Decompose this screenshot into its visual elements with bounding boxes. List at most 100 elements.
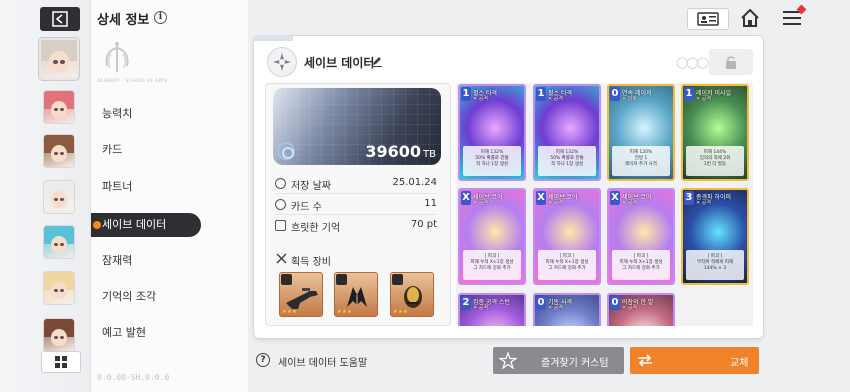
tb-value: 39600 TB bbox=[350, 142, 436, 161]
accessory-type-badge bbox=[392, 274, 403, 285]
back-button[interactable] bbox=[40, 7, 80, 31]
info-icon[interactable]: i bbox=[154, 11, 167, 24]
card-type: ✕ 공격 bbox=[696, 200, 711, 206]
card-cost: 0 bbox=[536, 296, 546, 310]
grid-icon bbox=[55, 356, 67, 368]
stat-label: 흐릿한 기억 bbox=[291, 223, 341, 234]
card-description: [ 파괴 ] 피해 누적 X+1장 생성 그 카드에 강화 추가 bbox=[612, 250, 670, 280]
card-item[interactable]: 1 레이저 미사일 ✕ 공격 피해 144% 임의의 적에 2회 1번 더 발동 bbox=[681, 84, 749, 181]
menu-item-partner[interactable]: 파트너 bbox=[102, 179, 132, 195]
card-description-line: 1번 더 발동 bbox=[703, 162, 727, 167]
academy-emblem-icon bbox=[105, 42, 129, 72]
swap-arrows-icon bbox=[638, 354, 652, 367]
rarity-stars: ★ ★ ★ bbox=[337, 309, 352, 315]
card-item[interactable]: 0 비장의 한 발 ✕ 공격 bbox=[607, 293, 675, 326]
avatar-character-4[interactable] bbox=[43, 180, 75, 214]
weapon-type-badge bbox=[281, 274, 292, 285]
card-description: 피해 132% 50% 확률로 관통 적 하나 1장 생성 bbox=[538, 146, 596, 176]
card-description: [ 파괴 ] 피해 누적 X+1장 생성 그 카드에 강화 추가 bbox=[463, 250, 521, 280]
favorite-custom-label: 즐겨찾기 커스텀 bbox=[541, 358, 609, 369]
card-item[interactable]: X 세이브 코어 ✕ 공격[ 파괴 ] 피해 누적 X+1장 생성 그 카드에 강화 추… bbox=[533, 188, 601, 285]
emblem-caption: ACADEMY · SCHOOL OF ARTS bbox=[97, 78, 168, 83]
page-title: 상세 정보 bbox=[97, 13, 150, 28]
card-description: 피해 132% 50% 확률로 관통 적 하나 1장 생성 bbox=[463, 146, 521, 176]
card-type: ✕ 공격 bbox=[548, 305, 563, 311]
avatar-eye bbox=[60, 59, 66, 64]
version-text: 0.0.00-SH.0.0.0 bbox=[97, 373, 170, 382]
card-description-line: 그 카드에 강화 추가 bbox=[622, 266, 660, 271]
grid-view-button[interactable] bbox=[41, 351, 81, 373]
card-description: [ 파괴 ] 피해 누적 X+1장 생성 그 카드에 강화 추가 bbox=[538, 250, 596, 280]
stat-faded-memory: 흐릿한 기억 70 pt bbox=[275, 218, 437, 234]
menu-item-save-data[interactable]: 세이브 데이터 bbox=[91, 213, 201, 237]
id-card-icon bbox=[697, 12, 719, 26]
divider bbox=[275, 193, 437, 194]
profile-card-button[interactable] bbox=[687, 8, 729, 30]
menu-item-cards[interactable]: 카드 bbox=[102, 142, 122, 158]
avatar-character-3[interactable] bbox=[43, 134, 75, 168]
card-description-line: 적 하나 1장 생성 bbox=[476, 162, 508, 167]
lock-button[interactable] bbox=[709, 49, 753, 75]
swap-button[interactable]: 교체 bbox=[630, 347, 759, 374]
card-type: ✕ 공격 bbox=[473, 305, 488, 311]
equipment-title: 획득 장비 bbox=[291, 257, 331, 268]
card-description: 피해 144% 임의의 적에 2회 1번 더 발동 bbox=[686, 146, 744, 176]
card-cost: 1 bbox=[461, 87, 471, 101]
help-icon[interactable]: ? bbox=[256, 353, 270, 367]
card-description-line: 적 하나 1장 생성 bbox=[551, 162, 583, 167]
card-item[interactable]: 1 펄스 타격 ✕ 공격 피해 132% 50% 확률로 관통 적 하나 1장 생성 bbox=[458, 84, 526, 181]
avatar-character-1[interactable] bbox=[39, 38, 79, 80]
tb-amount: 39600 bbox=[365, 142, 422, 161]
card-item[interactable]: 1 펄스 타격 ✕ 공격 피해 132% 50% 확률로 관통 적 하나 1장 생성 bbox=[533, 84, 601, 181]
tb-currency-icon bbox=[277, 142, 295, 160]
panel-tab-accent bbox=[253, 35, 293, 41]
stat-label: 카드 수 bbox=[291, 202, 322, 213]
card-item[interactable]: 0 연속 레이저 ✕ 강화 피해 120% 전방 1 레이저 추가 사격 bbox=[607, 84, 675, 181]
card-cost: 1 bbox=[536, 87, 546, 101]
avatar-character-2[interactable] bbox=[43, 90, 75, 124]
card-type: ✕ 공격 bbox=[548, 96, 563, 102]
card-description: [ 파괴 ] 무작위 적에게 피해 144% × 3 bbox=[686, 250, 744, 280]
card-item[interactable]: X 세이브 코어 ✕ 공격[ 파괴 ] 피해 누적 X+1장 생성 그 카드에 강화 추… bbox=[607, 188, 675, 285]
help-link[interactable]: 세이브 데이터 도움말 bbox=[278, 354, 367, 369]
card-item[interactable]: 2 집중 공격 스턴 ✕ 공격 bbox=[458, 293, 526, 326]
menu-item-memory-fragments[interactable]: 기억의 조각 bbox=[102, 289, 156, 305]
favorite-custom-button[interactable]: 즐겨찾기 커스텀 bbox=[493, 347, 624, 374]
card-cost: 0 bbox=[610, 296, 620, 310]
card-item[interactable]: 3 충격파 하이퍼 ✕ 공격[ 파괴 ] 무작위 적에게 피해 144% × 3 bbox=[681, 188, 749, 285]
card-deck-grid: 1 펄스 타격 ✕ 공격 피해 132% 50% 확률로 관통 적 하나 1장 생성 1 펄스… bbox=[456, 83, 753, 326]
menu-item-stats[interactable]: 능력치 bbox=[102, 106, 132, 122]
card-cost: 2 bbox=[461, 296, 471, 310]
menu-item-preview-manifest[interactable]: 예고 발현 bbox=[102, 325, 146, 341]
crossed-swords-icon bbox=[276, 253, 287, 264]
avatar-character-7[interactable] bbox=[43, 318, 75, 352]
stat-card-count: 카드 수 11 bbox=[275, 197, 437, 213]
avatar-eye bbox=[53, 335, 58, 339]
armor-type-badge bbox=[336, 274, 347, 285]
save-emblem-badge bbox=[267, 47, 297, 77]
card-cost: X bbox=[461, 191, 471, 205]
menu-item-potential[interactable]: 잠재력 bbox=[102, 253, 132, 269]
card-item[interactable]: 0 기동 사격 ✕ 공격 bbox=[533, 293, 601, 326]
card-type: ✕ 공격 bbox=[622, 200, 637, 206]
avatar-face bbox=[48, 51, 70, 73]
card-type: ✕ 공격 bbox=[548, 200, 563, 206]
rarity-stars: ★ ★ ★ bbox=[393, 309, 408, 315]
equipment-gauntlet[interactable]: ★ ★ ★ bbox=[390, 272, 434, 317]
card-cost: X bbox=[536, 191, 546, 205]
avatar-character-5[interactable] bbox=[43, 225, 75, 259]
equipment-rifle[interactable]: ★ ★ ★ bbox=[279, 272, 323, 317]
card-description-line: 그 카드에 강화 추가 bbox=[548, 266, 586, 271]
avatar-eye bbox=[52, 59, 58, 64]
card-type: ✕ 공격 bbox=[696, 96, 711, 102]
edit-pencil-icon[interactable] bbox=[371, 55, 383, 67]
star-outline-icon bbox=[499, 352, 517, 369]
home-icon[interactable] bbox=[740, 8, 760, 28]
star-emblem-icon bbox=[273, 53, 291, 71]
card-description: 피해 120% 전방 1 레이저 추가 사격 bbox=[612, 146, 670, 176]
avatar-eye bbox=[53, 288, 58, 292]
card-item[interactable]: X 세이브 코어 ✕ 공격[ 파괴 ] 피해 누적 X+1장 생성 그 카드에 강화 추… bbox=[458, 188, 526, 285]
equipment-armor[interactable]: ★ ★ ★ bbox=[334, 272, 378, 317]
avatar-character-6[interactable] bbox=[43, 271, 75, 305]
card-description-line: 그 카드에 강화 추가 bbox=[473, 266, 511, 271]
